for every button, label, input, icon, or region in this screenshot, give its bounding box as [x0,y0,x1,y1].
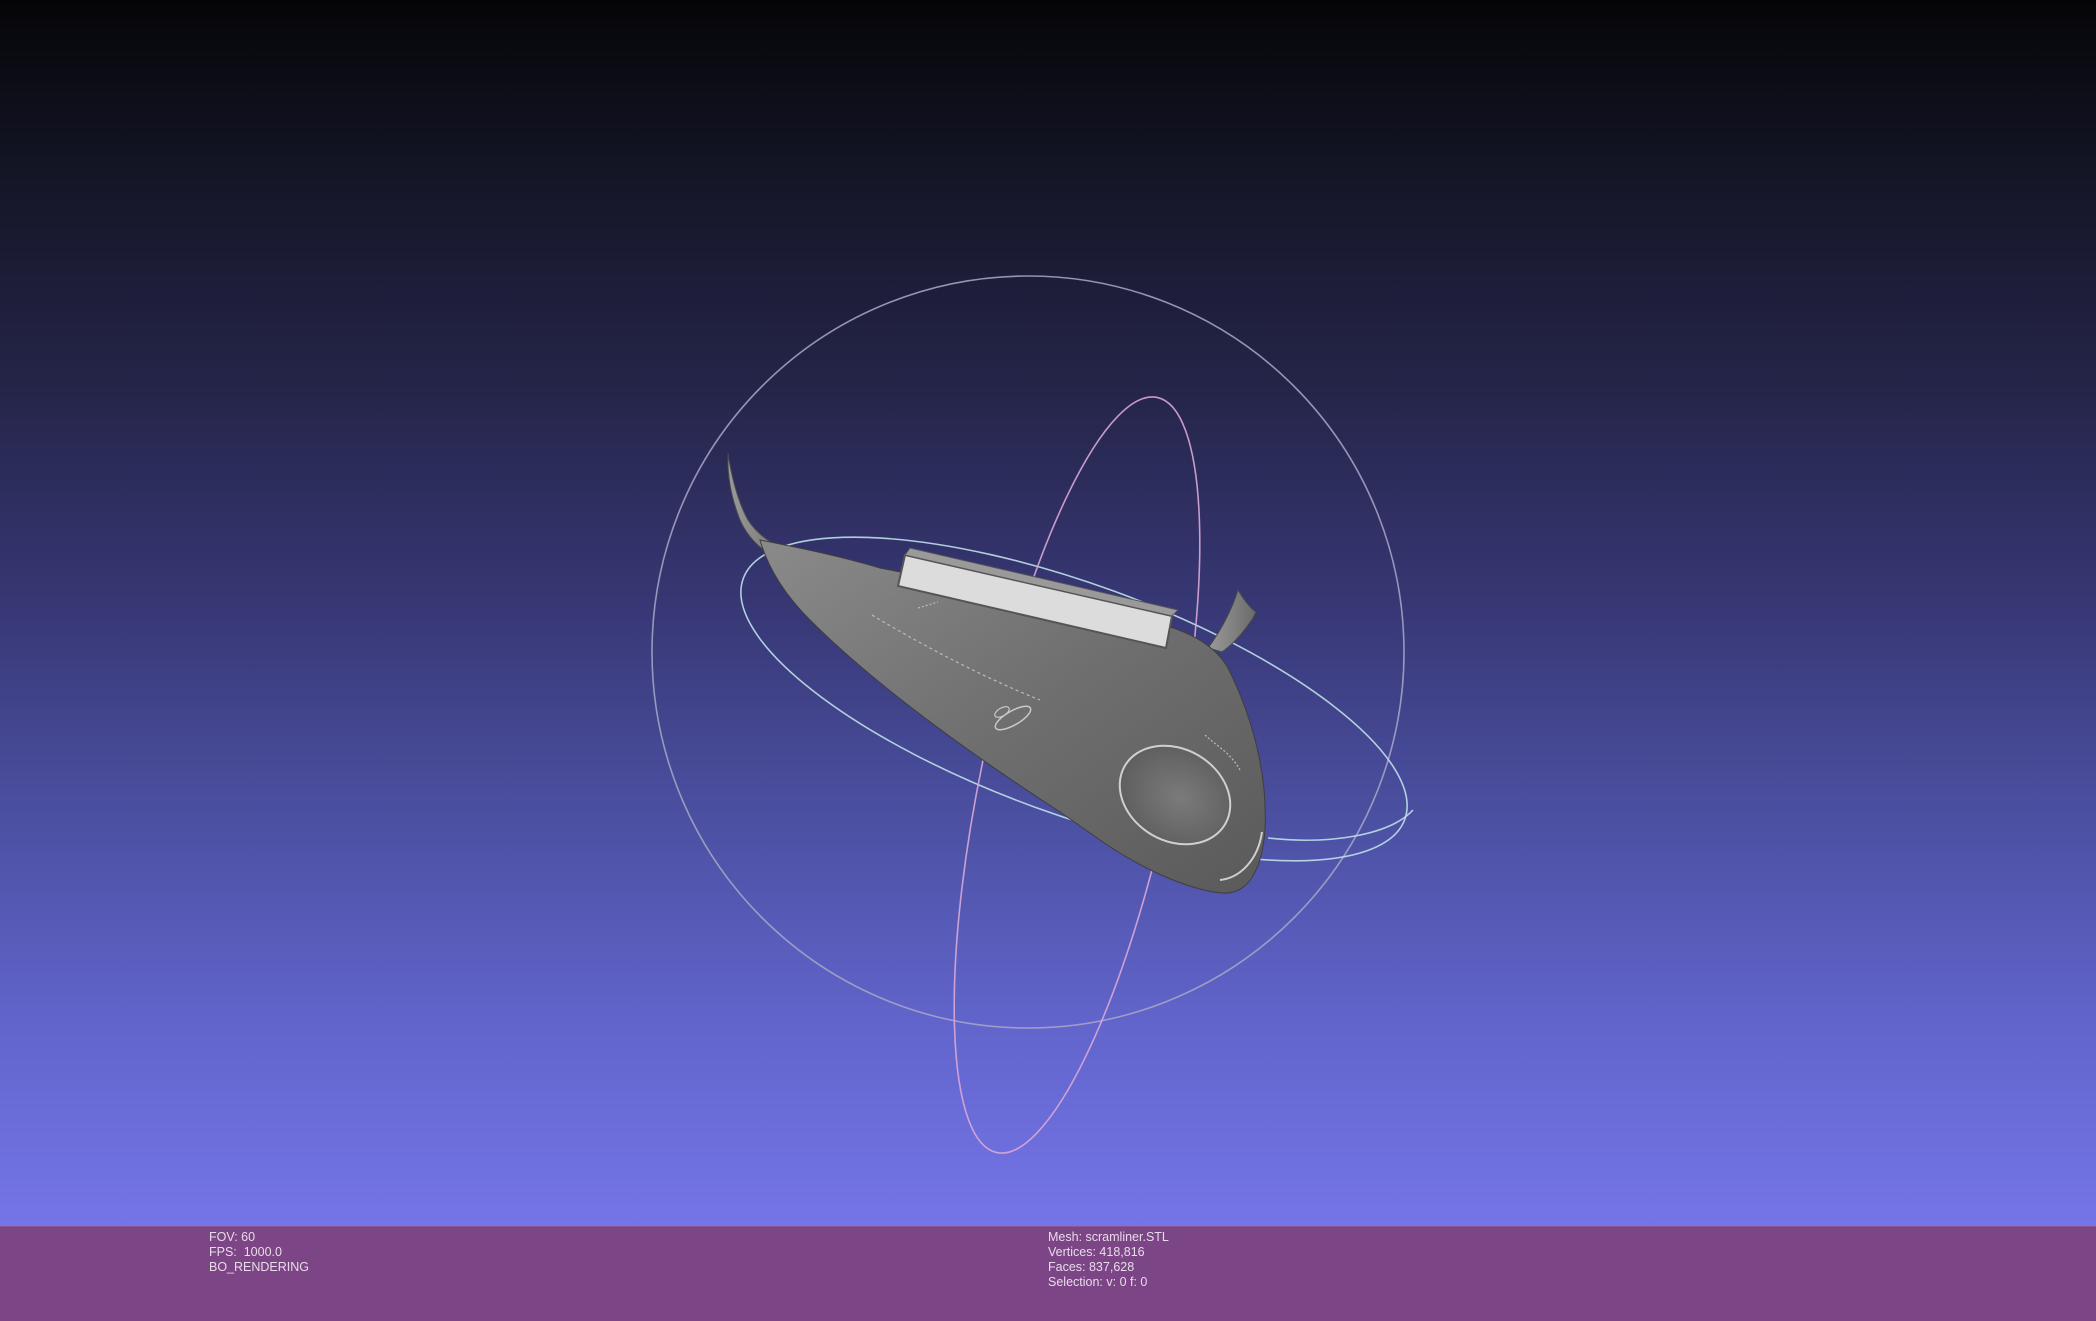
render-mode-label: BO_RENDERING [209,1260,310,1274]
mesh-name-label: Mesh: scramliner.STL [1048,1230,1169,1244]
render-info: FOV: 60 FPS: 1000.0 BO_RENDERING [209,1230,309,1275]
selection-label: Selection: v: 0 f: 0 [1048,1275,1148,1289]
3d-viewport[interactable] [0,0,2096,1226]
fov-label: FOV: 60 [209,1230,256,1244]
scene-canvas[interactable] [0,0,2096,1226]
trackball-ring-horizontal-front [1267,809,1414,841]
vertices-count-label: Vertices: 418,816 [1048,1245,1145,1259]
right-fin [1207,588,1257,653]
status-info-bar: FOV: 60 FPS: 1000.0 BO_RENDERING Mesh: s… [0,1226,2096,1321]
faces-count-label: Faces: 837,628 [1048,1260,1135,1274]
fps-label: FPS: 1000.0 [209,1245,282,1259]
mesh-info: Mesh: scramliner.STL Vertices: 418,816 F… [1048,1230,1169,1290]
scramliner-model[interactable] [727,452,1266,894]
